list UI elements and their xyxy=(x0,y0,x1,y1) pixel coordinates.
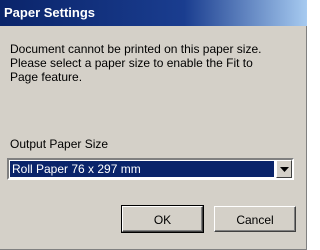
cancel-button[interactable]: Cancel xyxy=(214,206,296,232)
dialog-title: Paper Settings xyxy=(0,0,307,26)
dropdown-button[interactable] xyxy=(276,160,292,178)
output-paper-size-label: Output Paper Size xyxy=(10,137,109,151)
message-text: Document cannot be printed on this paper… xyxy=(10,42,302,84)
message-line: Page feature. xyxy=(10,70,83,84)
paper-settings-dialog: Paper Settings Document cannot be printe… xyxy=(0,0,313,250)
ok-button[interactable]: OK xyxy=(121,205,204,233)
dialog-body: Document cannot be printed on this paper… xyxy=(0,26,307,250)
output-paper-size-select[interactable]: Roll Paper 76 x 297 mm xyxy=(7,158,294,180)
message-line: Please select a paper size to enable the… xyxy=(10,56,253,70)
chevron-down-icon xyxy=(280,167,289,172)
message-line: Document cannot be printed on this paper… xyxy=(10,42,262,56)
selected-paper-size[interactable]: Roll Paper 76 x 297 mm xyxy=(10,161,274,177)
